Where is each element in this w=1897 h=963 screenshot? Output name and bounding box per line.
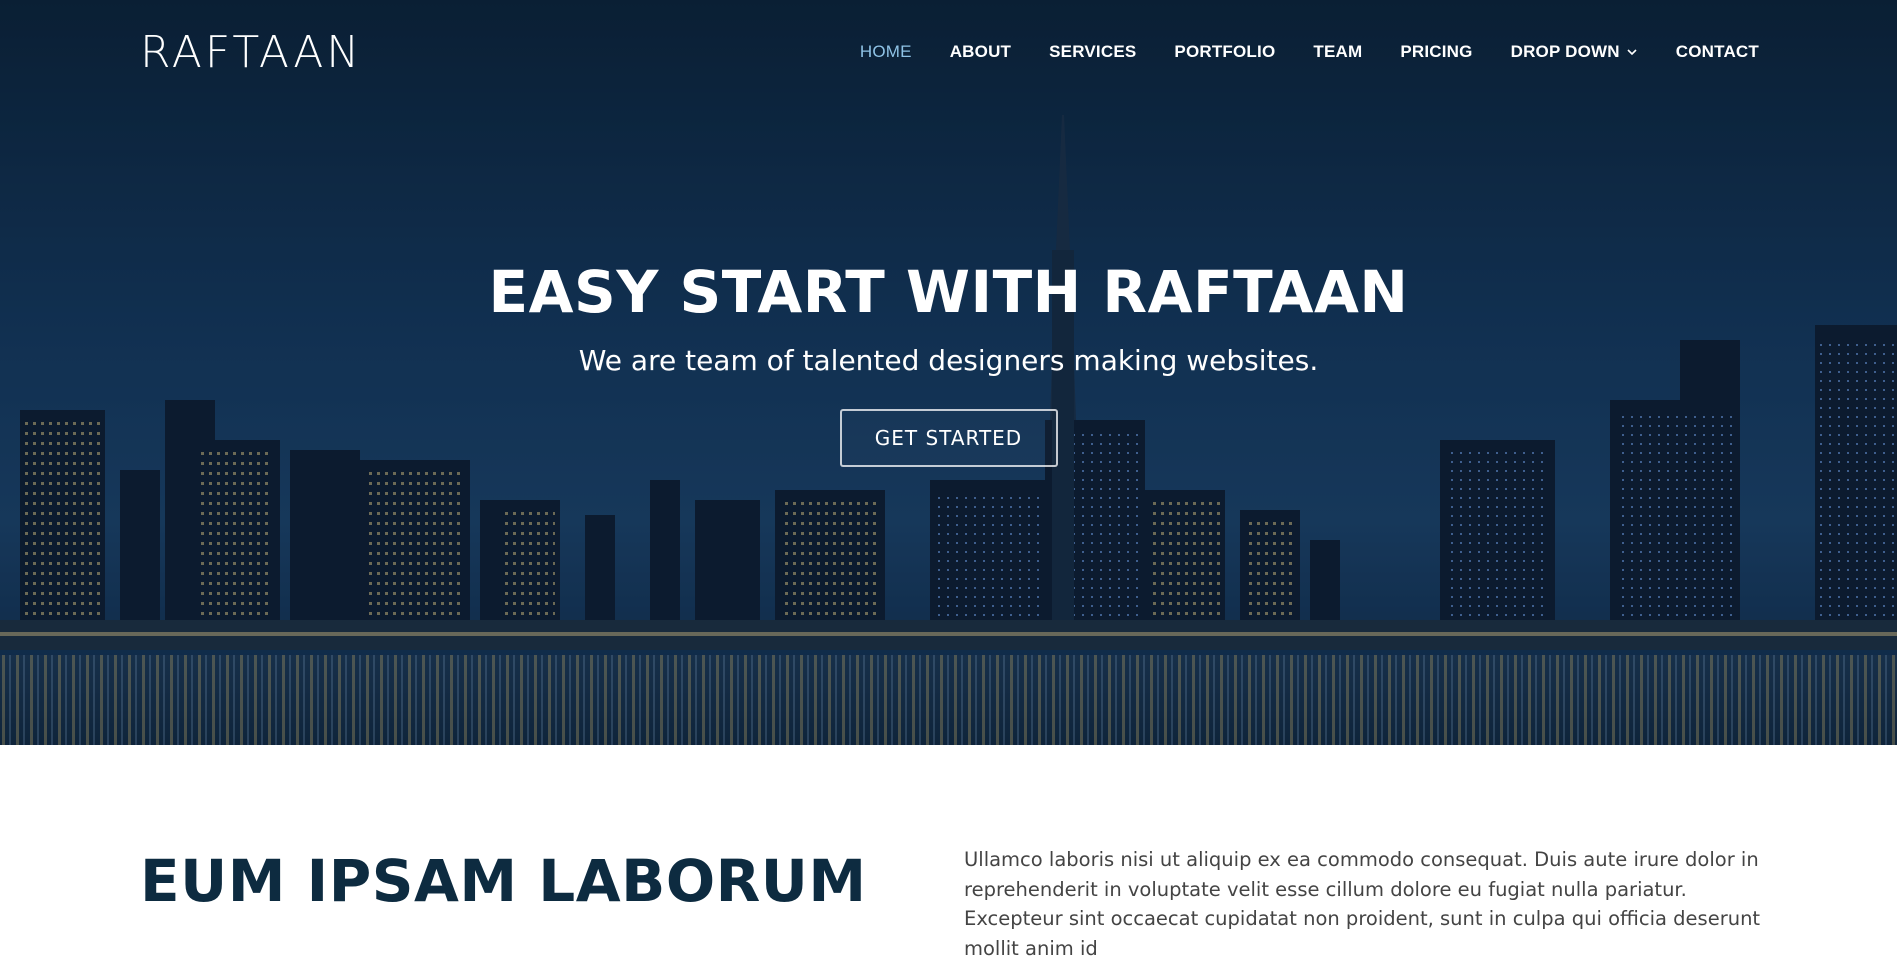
nav-item-contact[interactable]: CONTACT — [1676, 42, 1759, 62]
section-text: Ullamco laboris nisi ut aliquip ex ea co… — [964, 848, 1761, 960]
nav-item-portfolio[interactable]: PORTFOLIO — [1174, 42, 1275, 62]
hero-title: EASY START WITH RAFTAAN — [488, 258, 1409, 326]
hero-content: EASY START WITH RAFTAAN We are team of t… — [0, 258, 1897, 467]
nav-item-home[interactable]: HOME — [860, 42, 912, 62]
nav-item-drop-down-label: DROP DOWN — [1510, 42, 1620, 61]
get-started-button[interactable]: GET STARTED — [839, 409, 1058, 467]
about-section: EUM IPSAM LABORUM Ullamco laboris nisi u… — [0, 745, 1897, 960]
section-title: EUM IPSAM LABORUM — [140, 847, 867, 915]
hero-section: RAFTAAN HOME ABOUT SERVICES PORTFOLIO TE… — [0, 0, 1897, 745]
hero-subtitle: We are team of talented designers making… — [578, 344, 1319, 377]
site-header: RAFTAAN HOME ABOUT SERVICES PORTFOLIO TE… — [0, 0, 1897, 104]
nav-item-drop-down[interactable]: DROP DOWN — [1511, 42, 1638, 62]
chevron-down-icon — [1627, 49, 1637, 56]
nav-item-services[interactable]: SERVICES — [1049, 42, 1136, 62]
nav-item-about[interactable]: ABOUT — [950, 42, 1011, 62]
nav-item-pricing[interactable]: PRICING — [1400, 42, 1472, 62]
main-nav: HOME ABOUT SERVICES PORTFOLIO TEAM PRICI… — [860, 42, 1759, 62]
nav-item-team[interactable]: TEAM — [1313, 42, 1362, 62]
site-logo[interactable]: RAFTAAN — [140, 27, 362, 78]
